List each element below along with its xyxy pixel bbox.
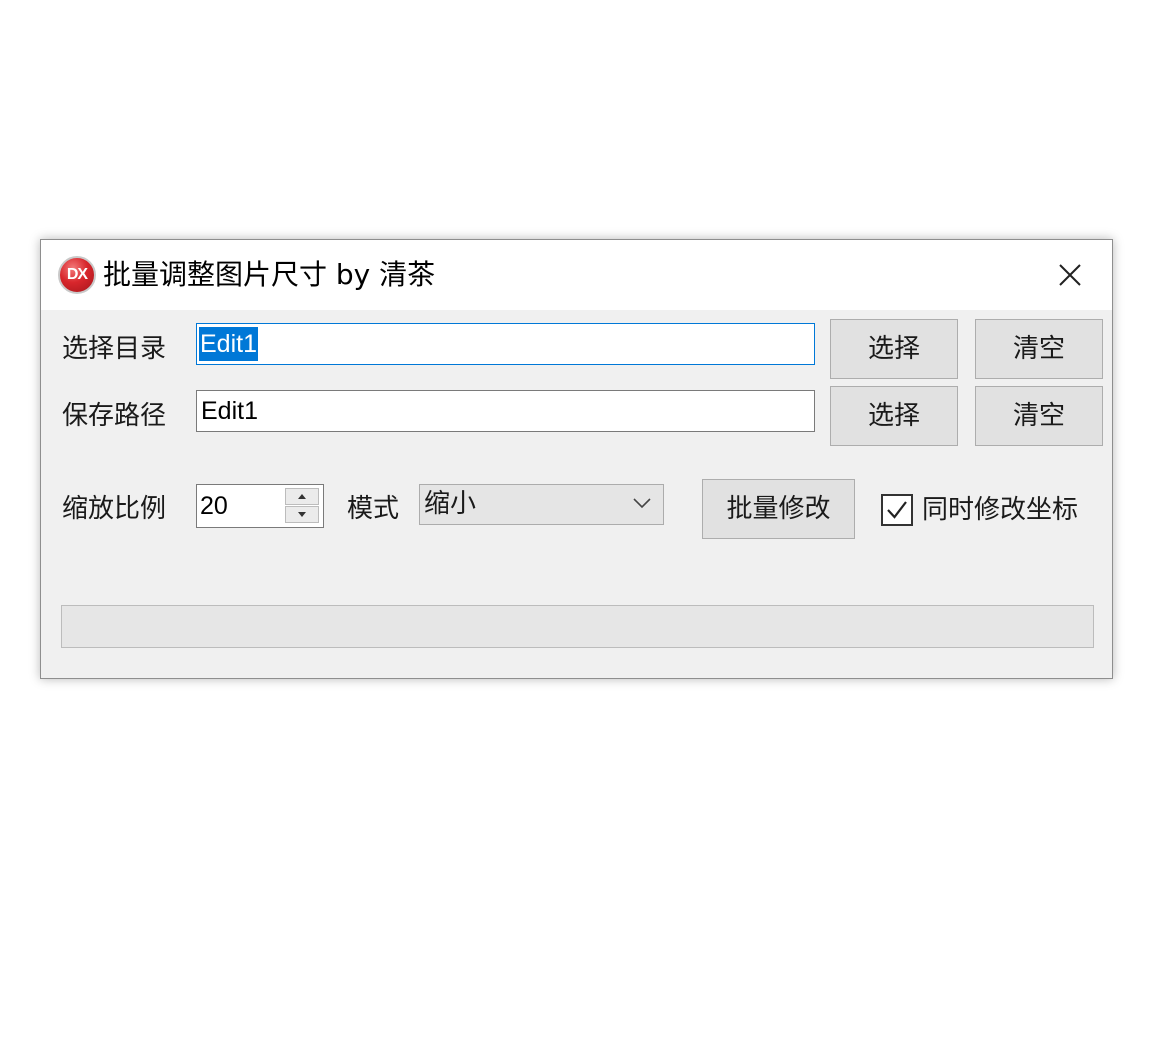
batch-resize-window: DX 批量调整图片尺寸 by 清茶 选择目录 Edit1 选择 清空 保存路径 … xyxy=(40,239,1113,679)
arrow-up-icon xyxy=(298,494,306,499)
spin-up-button[interactable] xyxy=(285,488,319,505)
window-title: 批量调整图片尺寸 by 清茶 xyxy=(103,258,436,291)
chevron-down-icon xyxy=(633,498,651,509)
close-icon xyxy=(1059,264,1081,286)
mode-dropdown[interactable]: 缩小 xyxy=(419,484,664,525)
app-logo-icon: DX xyxy=(58,256,96,294)
mode-selected-value: 缩小 xyxy=(424,489,477,519)
sync-coords-label: 同时修改坐标 xyxy=(922,495,1079,525)
scale-input[interactable]: 20 xyxy=(200,488,228,524)
spin-down-button[interactable] xyxy=(285,506,319,523)
close-button[interactable] xyxy=(1048,254,1092,296)
save-clear-button[interactable]: 清空 xyxy=(975,386,1103,446)
title-bar[interactable]: DX 批量调整图片尺寸 by 清茶 xyxy=(41,240,1112,310)
sync-coords-checkbox[interactable] xyxy=(881,494,913,526)
mode-label: 模式 xyxy=(347,494,400,524)
arrow-down-icon xyxy=(298,512,306,517)
scale-spin-edit[interactable]: 20 xyxy=(196,484,324,528)
source-clear-button[interactable]: 清空 xyxy=(975,319,1103,379)
save-path-field[interactable] xyxy=(196,390,815,432)
scale-label: 缩放比例 xyxy=(62,494,167,524)
save-path-label: 保存路径 xyxy=(62,401,167,431)
progress-bar xyxy=(61,605,1094,648)
source-select-button[interactable]: 选择 xyxy=(830,319,958,379)
check-icon xyxy=(887,501,907,519)
save-path-input[interactable] xyxy=(199,393,812,429)
source-dir-field[interactable]: Edit1 xyxy=(196,323,815,365)
app-logo-text: DX xyxy=(66,266,88,283)
batch-modify-button[interactable]: 批量修改 xyxy=(702,479,855,539)
source-dir-label: 选择目录 xyxy=(62,334,167,364)
source-dir-input[interactable]: Edit1 xyxy=(199,327,258,361)
save-select-button[interactable]: 选择 xyxy=(830,386,958,446)
